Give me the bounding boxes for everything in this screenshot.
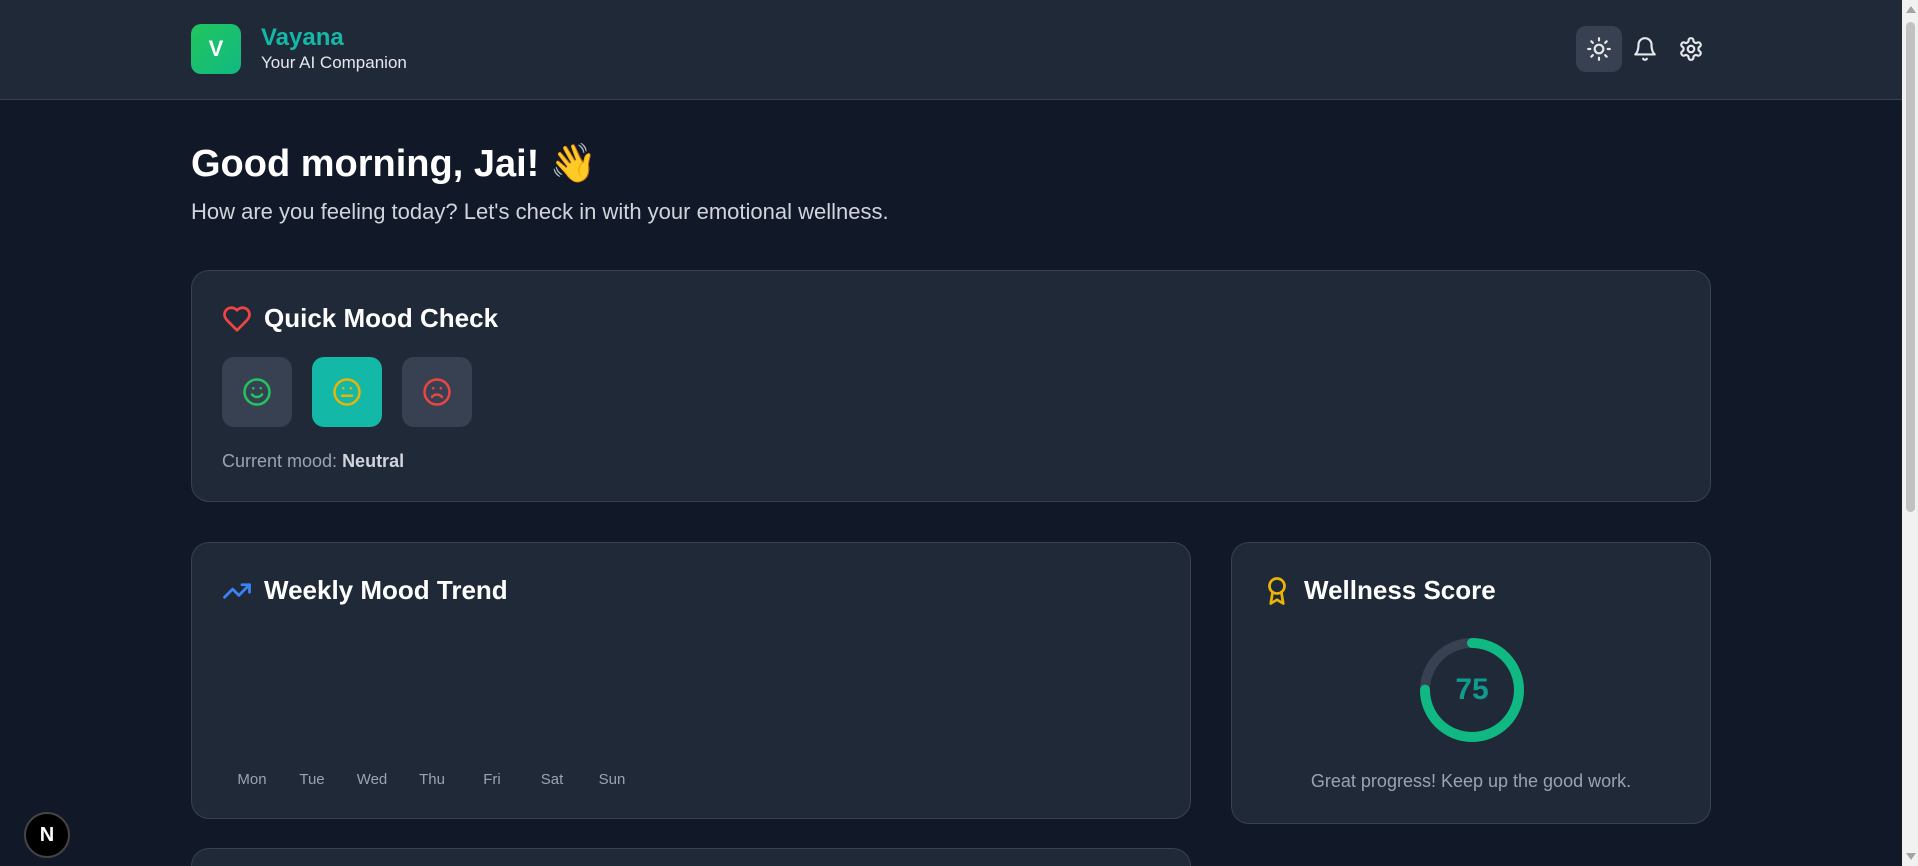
scroll-up-arrow[interactable]: [1906, 6, 1916, 13]
mood-check-title: Quick Mood Check: [222, 303, 498, 334]
mood-sad-button[interactable]: [402, 357, 472, 427]
notifications-button[interactable]: [1622, 26, 1668, 72]
meh-icon: [333, 378, 361, 406]
settings-button[interactable]: [1668, 26, 1714, 72]
weekday-labels: Mon Tue Wed Thu Fri Sat Sun: [222, 771, 642, 788]
brand[interactable]: V Vayana Your AI Companion: [191, 24, 407, 74]
heart-icon: [223, 305, 251, 332]
day-label-mon: Mon: [237, 771, 267, 788]
day-label-wed: Wed: [356, 771, 388, 788]
next-card: [191, 848, 1191, 866]
wellness-score-card: Wellness Score 75 Great progress! Keep u…: [1231, 542, 1711, 824]
bell-icon: [1634, 37, 1656, 61]
greeting-subtitle: How are you feeling today? Let's check i…: [191, 199, 889, 224]
next-dev-badge[interactable]: N: [24, 812, 70, 858]
top-header: V Vayana Your AI Companion: [0, 0, 1902, 100]
app-tagline: Your AI Companion: [261, 53, 407, 72]
app-logo: V: [191, 24, 241, 74]
wellness-message: Great progress! Keep up the good work.: [1310, 771, 1632, 791]
header-actions: [1576, 26, 1714, 72]
app-name: Vayana: [261, 24, 344, 51]
scroll-down-arrow[interactable]: [1906, 853, 1916, 860]
trending-up-icon: [223, 582, 251, 599]
day-label-thu: Thu: [419, 771, 445, 788]
mood-check-card: Quick Mood Check Current mood: Neutral: [191, 270, 1711, 502]
current-mood-status: Current mood: Neutral: [222, 451, 404, 472]
wellness-score-value: 75: [1455, 673, 1489, 706]
brand-text: Vayana Your AI Companion: [261, 24, 407, 74]
frown-icon: [423, 378, 451, 406]
page-scrollbar[interactable]: [1902, 0, 1918, 866]
day-label-fri: Fri: [483, 771, 501, 788]
wellness-title-text: Wellness Score: [1304, 575, 1496, 605]
mood-check-title-text: Quick Mood Check: [264, 303, 499, 333]
wellness-title: Wellness Score: [1262, 575, 1496, 606]
weekly-trend-title: Weekly Mood Trend: [222, 575, 508, 606]
scroll-thumb[interactable]: [1906, 22, 1915, 512]
day-label-sun: Sun: [598, 771, 626, 788]
weekly-mood-trend-card: Weekly Mood Trend Mon Tue Wed Thu Fri Sa…: [191, 542, 1191, 819]
day-label-tue: Tue: [299, 771, 325, 788]
greeting-section: Good morning, Jai! 👋 How are you feeling…: [191, 140, 889, 226]
smile-icon: [243, 378, 271, 406]
current-mood-value: Neutral: [342, 451, 405, 471]
award-icon: [1268, 576, 1286, 605]
weekly-trend-title-text: Weekly Mood Trend: [264, 575, 508, 605]
mood-happy-button[interactable]: [222, 357, 292, 427]
greeting-title: Good morning, Jai! 👋: [191, 143, 598, 185]
gear-icon: [1680, 37, 1702, 61]
sun-icon: [1587, 37, 1611, 61]
current-mood-label: Current mood:: [222, 451, 343, 471]
mood-neutral-button[interactable]: [312, 357, 382, 427]
day-label-sat: Sat: [540, 771, 564, 788]
theme-toggle-button[interactable]: [1576, 26, 1622, 72]
mood-options: [222, 357, 492, 427]
